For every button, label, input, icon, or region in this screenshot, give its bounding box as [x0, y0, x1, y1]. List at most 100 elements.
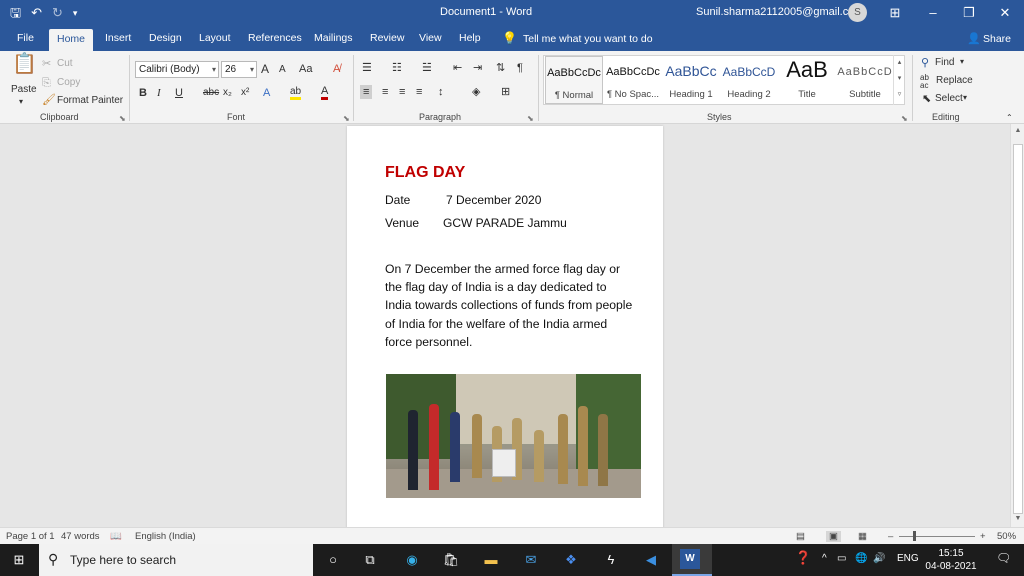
- numbering-icon[interactable]: ☷: [392, 61, 402, 75]
- increase-indent-icon[interactable]: ⇥: [473, 61, 482, 75]
- zoom-slider-thumb[interactable]: [913, 531, 916, 541]
- undo-icon[interactable]: ↶: [31, 4, 42, 22]
- superscript-icon[interactable]: x²: [241, 86, 249, 100]
- help-icon[interactable]: ❓: [795, 550, 811, 566]
- clipboard-launcher-icon[interactable]: ⬊: [119, 114, 126, 123]
- language-status[interactable]: English (India): [135, 531, 196, 542]
- font-color-icon[interactable]: A: [321, 86, 329, 100]
- restore-button[interactable]: ❐: [950, 0, 988, 26]
- subscript-icon[interactable]: x₂: [223, 86, 232, 100]
- copy-button[interactable]: Copy: [57, 77, 80, 88]
- replace-button[interactable]: Replace: [936, 75, 973, 86]
- ribbon-display-options-icon[interactable]: ⊞: [876, 0, 914, 26]
- line-spacing-icon[interactable]: ↕: [438, 85, 444, 99]
- document-page[interactable]: FLAG DAY Date 7 December 2020 Venue GCW …: [347, 126, 663, 527]
- tab-help[interactable]: Help: [451, 30, 489, 51]
- tab-layout[interactable]: Layout: [191, 30, 239, 51]
- tab-file[interactable]: File: [9, 30, 42, 51]
- user-account[interactable]: Sunil.sharma2112005@gmail.com: [696, 6, 864, 18]
- paste-button[interactable]: Paste: [11, 84, 37, 95]
- styles-launcher-icon[interactable]: ⬊: [901, 114, 908, 123]
- network-icon[interactable]: 🌐: [855, 553, 867, 564]
- style-title[interactable]: AaB Title: [778, 56, 836, 104]
- justify-icon[interactable]: ≡: [416, 85, 422, 99]
- word-count[interactable]: 47 words: [61, 531, 100, 542]
- align-center-icon[interactable]: ≡: [382, 85, 388, 99]
- notifications-icon[interactable]: 🗨: [996, 551, 1011, 565]
- zoom-level[interactable]: 50%: [997, 531, 1016, 542]
- web-layout-icon[interactable]: ▦: [858, 531, 867, 542]
- font-launcher-icon[interactable]: ⬊: [343, 114, 350, 123]
- shrink-font-icon[interactable]: A: [279, 63, 286, 77]
- collapse-ribbon-icon[interactable]: ⌃: [1006, 113, 1013, 122]
- tab-view[interactable]: View: [411, 30, 450, 51]
- format-painter-button[interactable]: Format Painter: [57, 95, 123, 106]
- redo-icon[interactable]: ↻: [52, 4, 63, 22]
- style-no-spacing[interactable]: AaBbCcDc ¶ No Spac...: [604, 56, 662, 104]
- style-heading-2[interactable]: AaBbCcD Heading 2: [720, 56, 778, 104]
- align-left-icon[interactable]: ≡: [360, 85, 373, 99]
- zoom-out-icon[interactable]: –: [888, 531, 893, 542]
- windows-start-icon[interactable]: ⊞: [8, 549, 30, 571]
- clear-formatting-icon[interactable]: A̸: [333, 62, 340, 76]
- zoom-in-icon[interactable]: +: [980, 531, 986, 542]
- show-hidden-icons-icon[interactable]: ^: [822, 553, 827, 564]
- volume-icon[interactable]: 🔊: [873, 553, 885, 564]
- highlight-icon[interactable]: ab: [290, 86, 302, 100]
- paragraph-launcher-icon[interactable]: ⬊: [527, 114, 534, 123]
- select-button[interactable]: Select: [935, 93, 963, 104]
- styles-scroll[interactable]: ▴ ▾ ▿: [893, 55, 905, 105]
- bold-icon[interactable]: B: [139, 86, 147, 100]
- read-mode-icon[interactable]: ▤: [796, 531, 805, 542]
- align-right-icon[interactable]: ≡: [399, 85, 405, 99]
- find-button[interactable]: Find: [935, 57, 954, 68]
- strikethrough-icon[interactable]: abc: [203, 86, 219, 100]
- file-explorer-icon[interactable]: ▬: [480, 549, 502, 571]
- grow-font-icon[interactable]: A: [261, 62, 269, 76]
- tab-insert[interactable]: Insert: [97, 30, 139, 51]
- tab-mailings[interactable]: Mailings: [306, 30, 361, 51]
- multilevel-list-icon[interactable]: ☱: [422, 61, 432, 75]
- show-formatting-icon[interactable]: ¶: [517, 61, 523, 75]
- tab-home[interactable]: Home: [49, 29, 94, 51]
- customize-toolbar-icon[interactable]: ▾: [73, 4, 78, 22]
- bullets-icon[interactable]: ☰: [362, 61, 372, 75]
- store-icon[interactable]: 🛍: [440, 549, 462, 571]
- vertical-scrollbar[interactable]: ▲ ▼: [1010, 124, 1024, 527]
- taskbar-search[interactable]: ⚲ Type here to search: [39, 544, 313, 576]
- share-button[interactable]: Share: [983, 33, 1011, 45]
- style-subtitle[interactable]: AaBbCcD Subtitle: [836, 56, 894, 104]
- print-layout-icon[interactable]: ▣: [826, 531, 841, 542]
- chevron-down-icon[interactable]: ▾: [963, 93, 967, 102]
- save-icon[interactable]: 🖫: [10, 4, 21, 22]
- avatar[interactable]: S: [848, 3, 867, 22]
- zoom-slider[interactable]: [899, 536, 975, 537]
- proofing-icon[interactable]: 📖: [110, 531, 122, 542]
- word-taskbar-button[interactable]: W: [672, 544, 712, 576]
- page-count[interactable]: Page 1 of 1: [6, 531, 55, 542]
- chevron-up-icon[interactable]: ▴: [894, 55, 905, 71]
- italic-icon[interactable]: I: [157, 86, 161, 100]
- text-effects-icon[interactable]: A: [263, 86, 270, 100]
- style-normal[interactable]: AaBbCcDc ¶ Normal: [545, 56, 603, 104]
- paste-dropdown-icon[interactable]: ▾: [19, 97, 23, 106]
- more-styles-icon[interactable]: ▿: [894, 87, 905, 103]
- task-view-icon[interactable]: ⧉: [359, 549, 381, 571]
- shading-icon[interactable]: ◈: [472, 85, 480, 99]
- close-button[interactable]: ✕: [986, 0, 1024, 26]
- system-clock[interactable]: 15:15 04-08-2021: [920, 547, 982, 573]
- change-case-icon[interactable]: Aa: [299, 62, 312, 76]
- cut-button[interactable]: Cut: [57, 58, 73, 69]
- group-photo[interactable]: [386, 374, 641, 498]
- document-area[interactable]: FLAG DAY Date 7 December 2020 Venue GCW …: [0, 124, 1010, 527]
- input-language[interactable]: ENG: [897, 553, 919, 564]
- scroll-thumb[interactable]: [1013, 144, 1023, 514]
- cortana-icon[interactable]: ○: [322, 549, 344, 571]
- mail-icon[interactable]: ✉: [520, 549, 542, 571]
- minimize-button[interactable]: –: [914, 0, 952, 26]
- tab-review[interactable]: Review: [362, 30, 412, 51]
- tab-design[interactable]: Design: [141, 30, 190, 51]
- scroll-up-icon[interactable]: ▲: [1011, 127, 1024, 134]
- chevron-down-icon[interactable]: ▾: [894, 71, 905, 87]
- underline-icon[interactable]: U: [175, 86, 183, 100]
